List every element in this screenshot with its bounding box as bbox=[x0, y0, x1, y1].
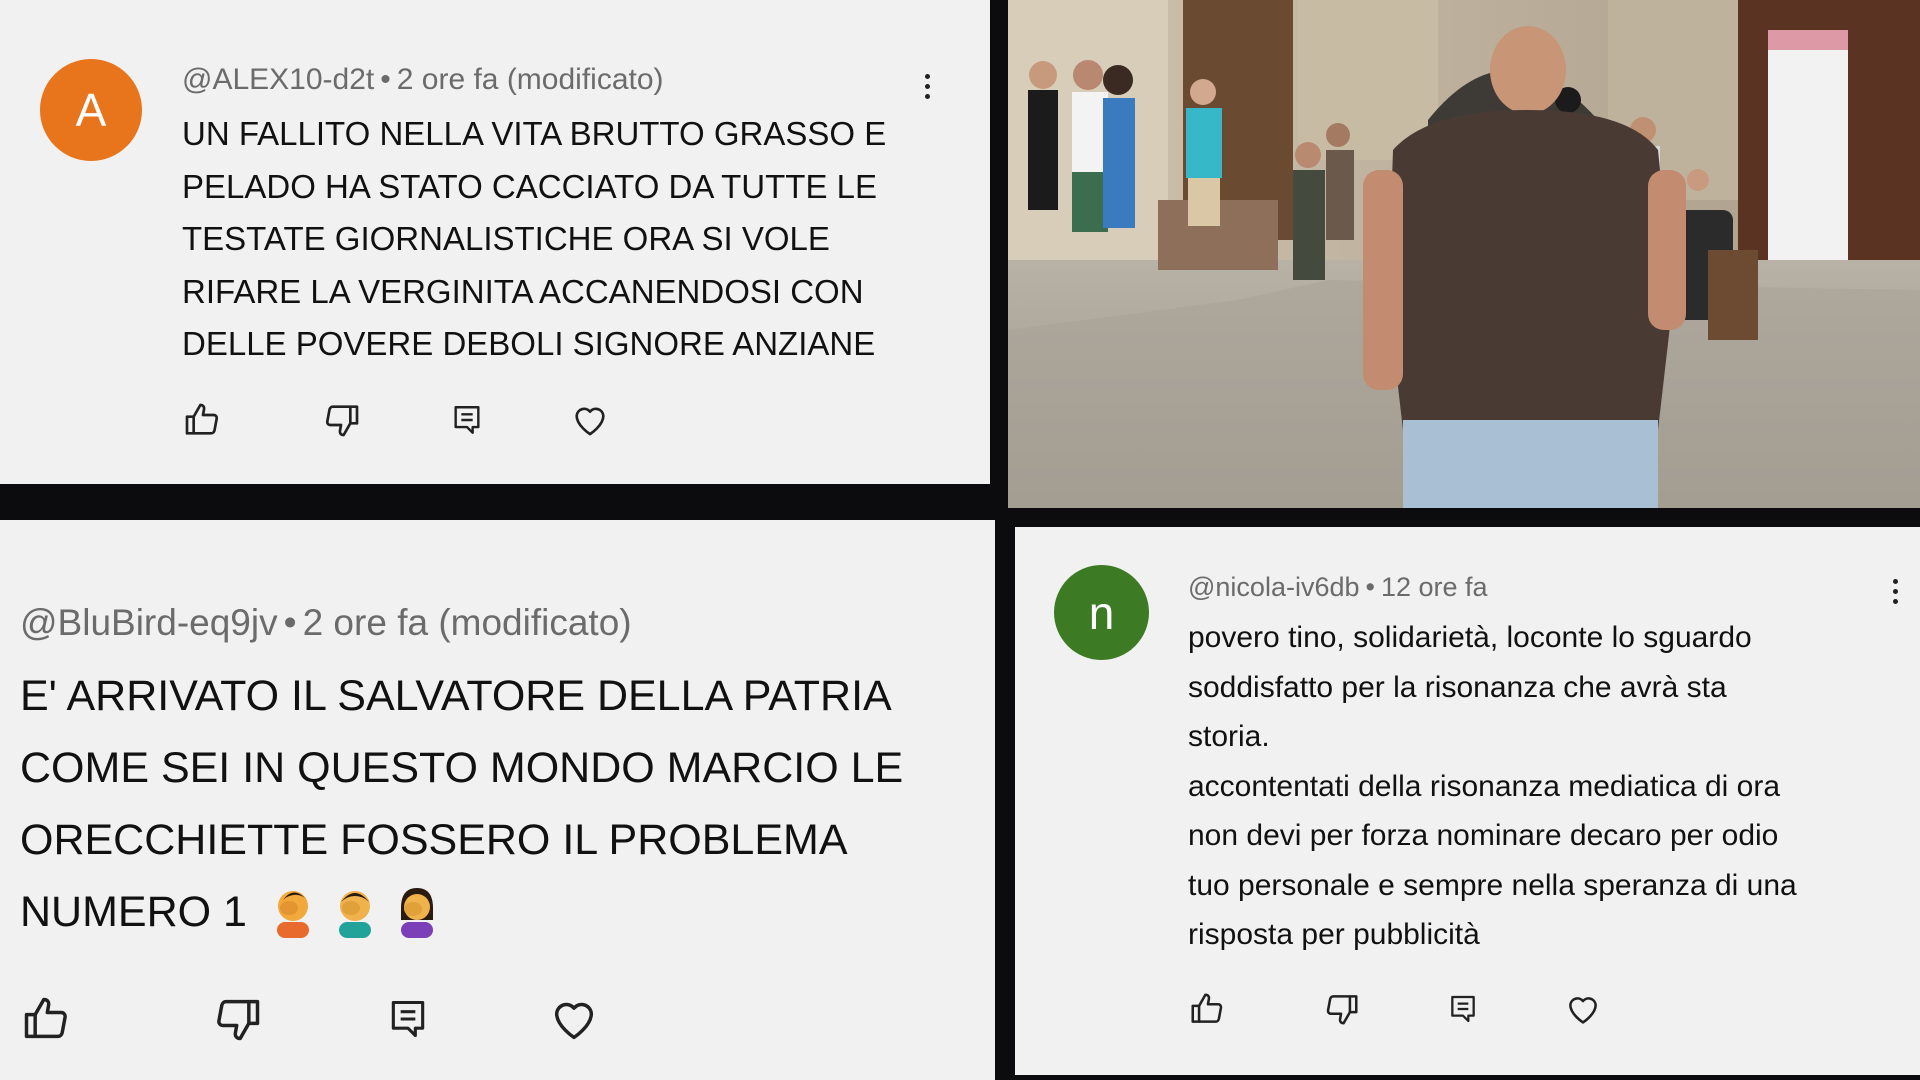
avatar-letter: n bbox=[1088, 586, 1115, 639]
avatar-letter: A bbox=[75, 84, 107, 136]
comment-text: UN FALLITO NELLA VITA BRUTTO GRASSO E PE… bbox=[182, 108, 886, 371]
more-vert-icon[interactable] bbox=[1891, 579, 1899, 604]
comment-line: TESTATE GIORNALISTICHE ORA SI VOLE bbox=[182, 220, 830, 257]
comment-card-1: A @ALEX10-d2t • 2 ore fa (modificato) UN F… bbox=[0, 0, 990, 484]
comment-time: 2 ore fa (modificato) bbox=[396, 63, 664, 96]
thumbs-down-icon[interactable] bbox=[322, 400, 362, 440]
comment-actions bbox=[182, 400, 610, 440]
comment-actions bbox=[20, 993, 600, 1045]
comment-last-line: NUMERO 1 bbox=[20, 876, 903, 948]
comment-line: tuo personale e sempre nella speranza di… bbox=[1188, 868, 1797, 902]
emoji-group bbox=[269, 886, 441, 938]
comment-line: accontentati della risonanza mediatica d… bbox=[1188, 769, 1781, 803]
comment-line: E' ARRIVATO IL SALVATORE DELLA PATRIA bbox=[20, 672, 892, 720]
author-handle[interactable]: @BluBird-eq9jv bbox=[20, 602, 278, 643]
thumbs-down-icon[interactable] bbox=[1323, 990, 1361, 1028]
comment-line: UN FALLITO NELLA VITA BRUTTO GRASSO E bbox=[182, 115, 887, 152]
meta-separator: • bbox=[283, 602, 297, 643]
comment-line: soddisfatto per la risonanza che avrà st… bbox=[1188, 670, 1727, 704]
heart-icon[interactable] bbox=[1564, 990, 1602, 1028]
comment-line: DELLE POVERE DEBOLI SIGNORE ANZIANE bbox=[182, 325, 876, 362]
comment-line: NUMERO 1 bbox=[20, 888, 247, 936]
comment-line: storia. bbox=[1188, 720, 1270, 753]
comment-line: ORECCHIETTE FOSSERO IL PROBLEMA bbox=[20, 816, 848, 864]
facepalm-emoji bbox=[276, 891, 309, 938]
facepalm-emoji bbox=[338, 891, 371, 938]
comment-actions bbox=[1188, 990, 1602, 1028]
reply-icon[interactable] bbox=[386, 997, 430, 1041]
reply-icon[interactable] bbox=[1447, 993, 1479, 1025]
comment-text: E' ARRIVATO IL SALVATORE DELLA PATRIA CO… bbox=[20, 660, 903, 948]
avatar[interactable]: n bbox=[1054, 565, 1149, 660]
thumbs-up-icon[interactable] bbox=[20, 993, 72, 1045]
comment-line: RIFARE LA VERGINITA ACCANENDOSI CON bbox=[182, 272, 864, 310]
comment-card-3: n @nicola-iv6db • 12 ore fa povero tino, s… bbox=[1015, 527, 1920, 1075]
author-handle[interactable]: @nicola-iv6db bbox=[1188, 572, 1360, 602]
comment-time: 2 ore fa (modificato) bbox=[302, 602, 632, 643]
comment-meta: @BluBird-eq9jv • 2 ore fa (modificato) bbox=[20, 602, 632, 644]
reply-icon[interactable] bbox=[450, 403, 484, 437]
thumbs-up-icon[interactable] bbox=[1188, 990, 1226, 1028]
meta-separator: • bbox=[1365, 572, 1375, 602]
more-vert-icon[interactable] bbox=[923, 74, 931, 99]
comment-line: risposta per pubblicità bbox=[1188, 918, 1480, 951]
comment-meta: @ALEX10-d2t • 2 ore fa (modificato) bbox=[182, 63, 664, 97]
street-photo bbox=[1008, 0, 1920, 508]
thumbs-down-icon[interactable] bbox=[212, 993, 264, 1045]
comment-line: PELADO HA STATO CACCIATO DA TUTTE LE bbox=[182, 167, 877, 205]
author-handle[interactable]: @ALEX10-d2t bbox=[182, 63, 374, 96]
comment-meta: @nicola-iv6db • 12 ore fa bbox=[1188, 572, 1488, 603]
meta-separator: • bbox=[380, 63, 391, 96]
comment-text: povero tino, solidarietà, loconte lo sgu… bbox=[1188, 613, 1797, 960]
comment-time: 12 ore fa bbox=[1380, 572, 1488, 602]
comment-card-2: @BluBird-eq9jv • 2 ore fa (modificato) E' … bbox=[0, 520, 995, 1080]
avatar[interactable]: A bbox=[40, 59, 142, 161]
comment-line: non devi per forza nominare decaro per o… bbox=[1188, 819, 1779, 852]
comment-line: povero tino, solidarietà, loconte lo sgu… bbox=[1188, 621, 1752, 654]
thumbs-up-icon[interactable] bbox=[182, 400, 222, 440]
heart-icon[interactable] bbox=[570, 400, 610, 440]
comment-line: COME SEI IN QUESTO MONDO MARCIO LE bbox=[20, 744, 904, 792]
facepalm-emoji bbox=[400, 888, 433, 938]
street-scene-image bbox=[1008, 0, 1920, 508]
heart-icon[interactable] bbox=[548, 993, 600, 1045]
